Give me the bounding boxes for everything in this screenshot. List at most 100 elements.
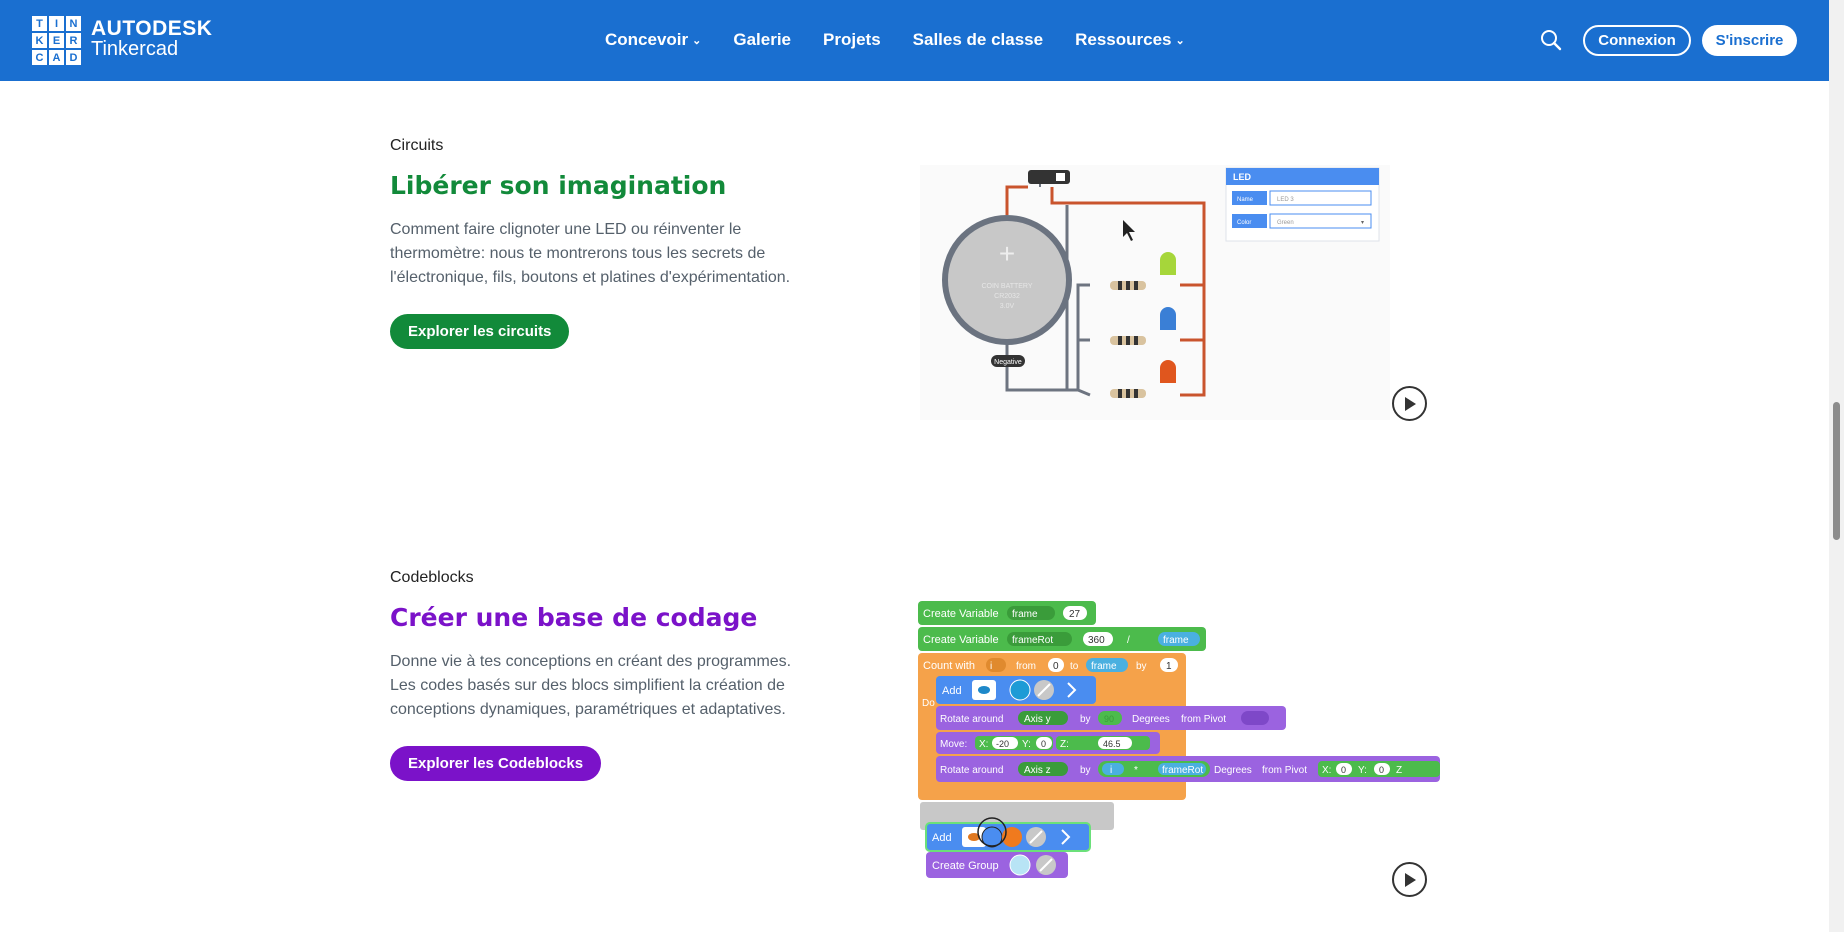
chevron-down-icon: ▾ [1361, 220, 1364, 226]
block-label: by [1080, 714, 1091, 725]
logo-letter: T [32, 16, 47, 31]
nav-item-label: Salles de classe [912, 30, 1044, 49]
block-var: frame [1012, 609, 1038, 620]
nav-salles-de-classe[interactable]: Salles de classe [913, 30, 1043, 50]
block-value: 0 [1379, 765, 1384, 775]
circuit-illustration: + COIN BATTERY CR2032 3.0V Negative LED … [920, 165, 1390, 420]
logo-letter: R [66, 33, 81, 48]
logo-letter: I [49, 16, 64, 31]
block-var: i [1110, 765, 1112, 776]
block-label: Create Variable [923, 634, 999, 646]
play-icon [1404, 396, 1416, 411]
logo-letter: N [66, 16, 81, 31]
logo-letter: K [32, 33, 47, 48]
section-heading: Libérer son imagination [390, 171, 727, 200]
nav-item-label: Galerie [733, 30, 792, 49]
codeblocks-section: Codeblocks Créer une base de codage Donn… [390, 569, 810, 781]
section-description: Donne vie à tes conceptions en créant de… [390, 653, 792, 718]
block-label: X: [1322, 765, 1331, 776]
block-operator: / [1127, 635, 1130, 646]
brand-name[interactable]: AUTODESK Tinkercad [91, 18, 212, 60]
block-value: 360 [1088, 635, 1105, 646]
search-icon[interactable] [1540, 29, 1562, 51]
inspector-field-value: Green [1277, 220, 1294, 226]
play-icon [1404, 872, 1416, 887]
codeblocks-illustration: Create Variable frame 27 Create Variable… [918, 601, 1440, 878]
led-blue [1160, 307, 1176, 330]
battery-label: CR2032 [994, 293, 1020, 300]
nav-galerie[interactable]: Galerie [733, 30, 791, 50]
battery-label: COIN BATTERY [981, 283, 1032, 290]
block-var: frameRot [1012, 635, 1053, 646]
block-label: Z [1396, 765, 1402, 776]
section-eyebrow: Codeblocks [390, 569, 474, 586]
block-label: Add [942, 685, 962, 697]
brand-tinkercad: Tinkercad [91, 38, 179, 60]
led-orange [1160, 360, 1176, 383]
signup-button[interactable]: S'inscrire [1702, 25, 1797, 56]
explore-codeblocks-button[interactable]: Explorer les Codeblocks [390, 746, 602, 781]
inspector-field-value: LED 3 [1277, 197, 1294, 203]
svg-text:+: + [999, 238, 1015, 269]
logo-letter: D [66, 50, 81, 65]
block-label: by [1136, 661, 1147, 672]
tinkercad-logo[interactable]: T I N K E R C A D [32, 16, 81, 65]
coin-battery [942, 215, 1072, 345]
logo-letter: A [49, 50, 64, 65]
chevron-down-icon: ⌄ [1175, 34, 1185, 47]
chevron-down-icon: ⌄ [692, 34, 702, 47]
block-var: Axis y [1024, 714, 1051, 725]
block-label: Count with [923, 660, 975, 672]
nav-item-label: Ressources [1075, 30, 1172, 49]
top-navigation-bar: T I N K E R C A D AUTODESK Tinkercad Con… [0, 0, 1829, 81]
block-label: Degrees [1214, 765, 1252, 776]
block-value: 0 [1053, 661, 1059, 672]
switch-knob [1056, 173, 1065, 181]
block-var: frame [1163, 635, 1189, 646]
play-video-button[interactable] [1392, 386, 1427, 421]
block-label: Z: [1060, 739, 1069, 750]
explore-circuits-button[interactable]: Explorer les circuits [390, 314, 570, 349]
block-label: Move: [940, 739, 967, 750]
nav-concevoir[interactable]: Concevoir ⌄ [605, 30, 701, 50]
block-label: X: [979, 739, 988, 750]
block-var: i [990, 661, 992, 672]
nav-ressources[interactable]: Ressources ⌄ [1075, 30, 1185, 50]
nav-item-label: Projets [823, 30, 881, 49]
block-label: to [1070, 661, 1079, 672]
block-value: 46.5 [1103, 739, 1121, 749]
scrollbar-thumb[interactable] [1833, 402, 1840, 540]
negative-label: Negative [994, 359, 1022, 366]
block-label: Degrees [1132, 714, 1170, 725]
inspector-title: LED [1233, 172, 1252, 182]
block-label: from Pivot [1262, 765, 1307, 776]
block-label: Create Variable [923, 608, 999, 620]
block-var: frame [1091, 661, 1117, 672]
block-label: Y: [1358, 765, 1367, 776]
circuits-section: Circuits Libérer son imagination Comment… [390, 137, 810, 349]
section-description: Comment faire clignoter une LED ou réinv… [390, 221, 791, 286]
inspector-field-label: Color [1237, 220, 1251, 226]
block-label: Create Group [932, 860, 999, 872]
block-label: Rotate around [940, 714, 1003, 725]
block-label: Do [922, 698, 935, 709]
play-video-button[interactable] [1392, 862, 1427, 897]
block-value: 0 [1341, 765, 1346, 775]
block-value: 1 [1166, 661, 1172, 672]
nav-projets[interactable]: Projets [823, 30, 881, 50]
login-button[interactable]: Connexion [1583, 25, 1691, 56]
brand-autodesk: AUTODESK [91, 17, 213, 40]
block-value: 0 [1041, 739, 1046, 749]
block-var: Axis z [1024, 765, 1051, 776]
block-label: Add [932, 832, 952, 844]
block-operator: * [1134, 765, 1138, 776]
inspector-field-label: Name [1237, 197, 1254, 203]
battery-label: 3.0V [1000, 303, 1015, 310]
block-value: -20 [996, 739, 1009, 749]
led-green [1160, 252, 1176, 275]
nav-item-label: Concevoir [605, 30, 689, 49]
logo-letter: E [49, 33, 64, 48]
block-value: 27 [1069, 609, 1081, 620]
block-label: Rotate around [940, 765, 1003, 776]
block-var: frameRot [1162, 765, 1203, 776]
